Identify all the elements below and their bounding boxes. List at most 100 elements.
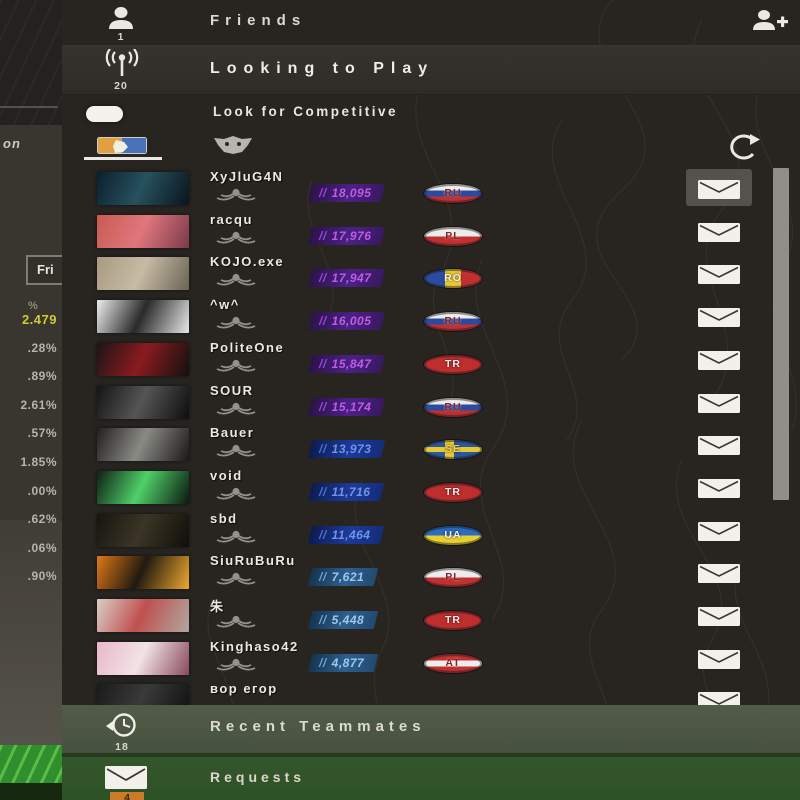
tab-competitive[interactable] [212, 135, 254, 155]
rating-value: 15,847 [332, 357, 372, 371]
background-percent-value: .28% [0, 341, 57, 355]
left-strip-bottom [0, 783, 62, 800]
country-code: TR [424, 611, 482, 630]
friend-name: PoliteOne [210, 340, 284, 355]
look-for-competitive-label: Look for Competitive [213, 104, 398, 119]
rating-slashes: // [319, 271, 327, 285]
friend-avatar[interactable] [97, 343, 189, 376]
friend-row[interactable]: XyJluG4N //18,095 RU [62, 169, 800, 212]
premier-wreath-icon [213, 400, 259, 416]
message-button[interactable] [698, 522, 740, 541]
premier-wreath-icon [213, 314, 259, 330]
rating-slashes: // [319, 229, 327, 243]
friend-row[interactable]: Bauer //13,973 SE [62, 425, 800, 468]
rating-value: 7,621 [332, 570, 365, 584]
country-code: RU [424, 398, 482, 417]
friend-avatar[interactable] [97, 386, 189, 419]
tab-premier[interactable] [97, 137, 147, 154]
friend-avatar[interactable] [97, 215, 189, 248]
premier-rating-badge: //4,877 [308, 654, 379, 672]
friend-name: Kinghaso42 [210, 639, 299, 654]
friend-row[interactable]: ^w^ //16,005 RU [62, 297, 800, 340]
premier-wreath-icon [213, 570, 259, 586]
premier-wreath-icon [213, 357, 259, 373]
friend-avatar[interactable] [97, 556, 189, 589]
rating-slashes: // [319, 314, 327, 328]
message-button[interactable] [698, 308, 740, 327]
country-code: RU [424, 184, 482, 203]
premier-rating-badge: //5,448 [308, 611, 379, 629]
country-code: TR [424, 355, 482, 374]
message-button[interactable] [698, 223, 740, 242]
friend-name: SiuRuBuRu [210, 553, 296, 568]
rating-value: 15,174 [332, 400, 372, 414]
message-button[interactable] [698, 564, 740, 583]
requests-row[interactable] [62, 757, 800, 800]
friend-row[interactable]: Kinghaso42 //4,877 AT [62, 639, 800, 682]
friend-name: sbd [210, 511, 238, 526]
recent-teammates-row[interactable] [62, 705, 800, 753]
message-button[interactable] [698, 607, 740, 626]
premier-rating-badge: //13,973 [308, 440, 386, 458]
friend-row[interactable]: void //11,716 TR [62, 468, 800, 511]
rating-slashes: // [319, 357, 327, 371]
background-percent-value: .89% [0, 369, 57, 383]
message-button[interactable] [698, 479, 740, 498]
recent-teammates-count: 18 [103, 741, 141, 753]
background-percent-value: .90% [0, 569, 57, 583]
friend-avatar[interactable] [97, 257, 189, 290]
friend-row[interactable]: racqu //17,976 PL [62, 212, 800, 255]
refresh-icon[interactable] [724, 133, 760, 163]
friend-avatar[interactable] [97, 172, 189, 205]
country-flag-badge: RO [424, 269, 482, 288]
message-button[interactable] [698, 351, 740, 370]
country-code: RU [424, 312, 482, 331]
friend-avatar[interactable] [97, 514, 189, 547]
premier-rating-badge: // 11,716 [308, 483, 385, 501]
friend-avatar[interactable] [97, 599, 189, 632]
friend-name: racqu [210, 212, 253, 227]
message-button[interactable] [698, 394, 740, 413]
friend-avatar[interactable] [97, 642, 189, 675]
message-button[interactable] [698, 436, 740, 455]
country-flag-badge: UA [424, 526, 482, 545]
message-button[interactable] [698, 180, 740, 199]
premier-wreath-icon [213, 656, 259, 672]
premier-wreath-icon [213, 271, 259, 287]
friend-name: KOJO.exe [210, 254, 284, 269]
background-text-fragment: on [3, 136, 21, 151]
premier-wreath-icon [213, 186, 259, 202]
message-button[interactable] [698, 650, 740, 669]
rating-slashes: // [319, 485, 327, 499]
rating-slashes: // [319, 613, 327, 627]
country-flag-badge: PL [424, 568, 482, 587]
rating-slashes: // [319, 442, 327, 456]
friend-row[interactable]: sbd //11,464 UA [62, 511, 800, 554]
country-code: RO [424, 269, 482, 288]
rating-value: 11,716 [332, 485, 371, 499]
friend-name: void [210, 468, 243, 483]
bottom-sections: 18 Recent Teammates 4 Requests [62, 705, 800, 800]
friend-row[interactable]: KOJO.exe //17,947 RO [62, 254, 800, 297]
scrollbar-thumb[interactable] [773, 168, 789, 500]
friend-row[interactable]: 朱 //5,448 TR [62, 596, 800, 639]
friend-row[interactable]: SOUR //15,174 RU [62, 383, 800, 426]
friend-row[interactable]: PoliteOne // 15,847 TR [62, 340, 800, 383]
background-percent-value: .00% [0, 484, 57, 498]
country-flag-badge: RU [424, 398, 482, 417]
friend-name: Bauer [210, 425, 254, 440]
look-for-competitive-toggle[interactable] [86, 106, 123, 122]
message-button[interactable] [698, 265, 740, 284]
looking-to-play-label: Looking to Play [210, 60, 434, 78]
friend-avatar[interactable] [97, 471, 189, 504]
friend-avatar[interactable] [97, 300, 189, 333]
country-flag-badge: SE [424, 440, 482, 459]
requests-envelope-icon [105, 766, 147, 789]
country-flag-badge: AT [424, 654, 482, 673]
friend-avatar[interactable] [97, 428, 189, 461]
country-code: PL [424, 227, 482, 246]
rating-slashes: // [319, 400, 327, 414]
add-friend-button[interactable] [750, 7, 790, 34]
premier-rating-badge: // 15,174 [308, 398, 386, 416]
friend-row[interactable]: SiuRuBuRu //7,621 PL [62, 553, 800, 596]
